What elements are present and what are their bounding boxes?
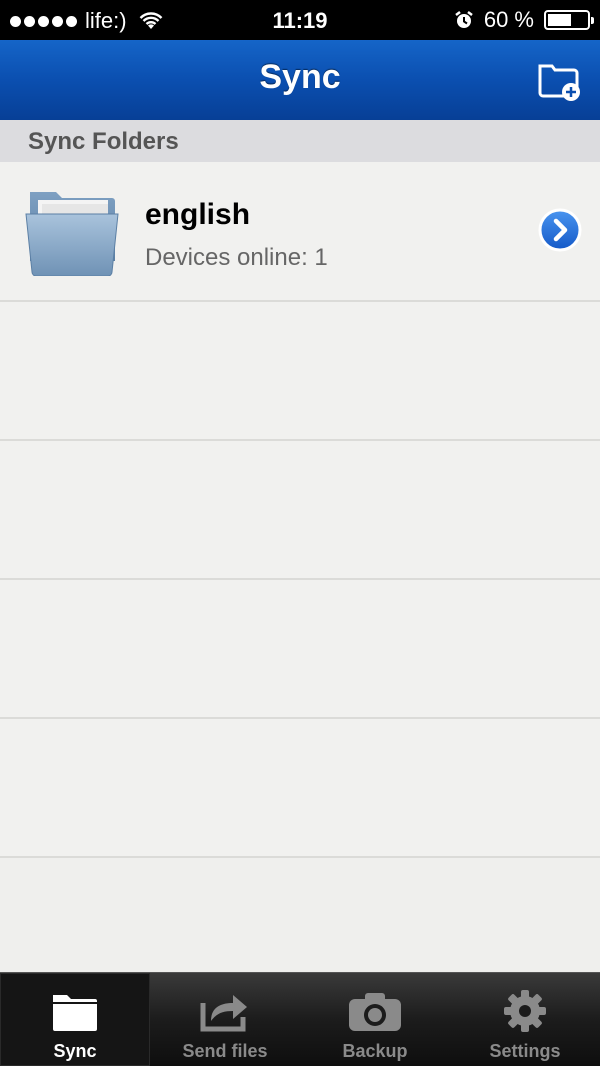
tab-send-files[interactable]: Send files (150, 973, 300, 1066)
chevron-right-icon[interactable] (538, 208, 582, 252)
empty-row (0, 302, 600, 441)
folder-icon (53, 995, 97, 1031)
section-header: Sync Folders (0, 120, 600, 162)
page-title: Sync (259, 58, 341, 96)
status-left: life:) (10, 8, 163, 34)
tab-sync[interactable]: Sync (0, 973, 150, 1066)
gear-icon (504, 990, 546, 1032)
tab-label: Settings (489, 1041, 561, 1061)
wifi-icon (139, 12, 162, 29)
share-arrow-icon (200, 995, 247, 1032)
tab-label: Sync (53, 1041, 97, 1061)
camera-icon (349, 993, 401, 1031)
battery-icon (544, 10, 594, 30)
tab-label: Send files (182, 1041, 268, 1061)
empty-row (0, 580, 600, 719)
folder-icon (25, 192, 119, 276)
tab-backup[interactable]: Backup (300, 973, 450, 1066)
signal-strength-icon (10, 15, 77, 27)
navigation-bar: Sync (0, 40, 600, 121)
battery-percentage: 60 % (483, 7, 534, 32)
empty-row (0, 441, 600, 580)
status-right: 60 % (454, 7, 594, 33)
tab-label: Backup (342, 1041, 408, 1061)
alarm-clock-icon (455, 11, 473, 28)
status-bar: life:) 11:19 60 % (0, 0, 600, 40)
empty-row (0, 719, 600, 858)
tab-bar: Sync Send files Backup Settings (0, 972, 600, 1066)
add-folder-icon[interactable] (536, 56, 582, 102)
folder-row-english[interactable]: english Devices online: 1 (0, 162, 600, 302)
carrier-name: life:) (85, 8, 127, 33)
folder-name: english (145, 198, 251, 231)
tab-settings[interactable]: Settings (450, 973, 600, 1066)
sync-folder-list: english Devices online: 1 (0, 162, 600, 858)
folder-devices-status: Devices online: 1 (145, 244, 328, 271)
